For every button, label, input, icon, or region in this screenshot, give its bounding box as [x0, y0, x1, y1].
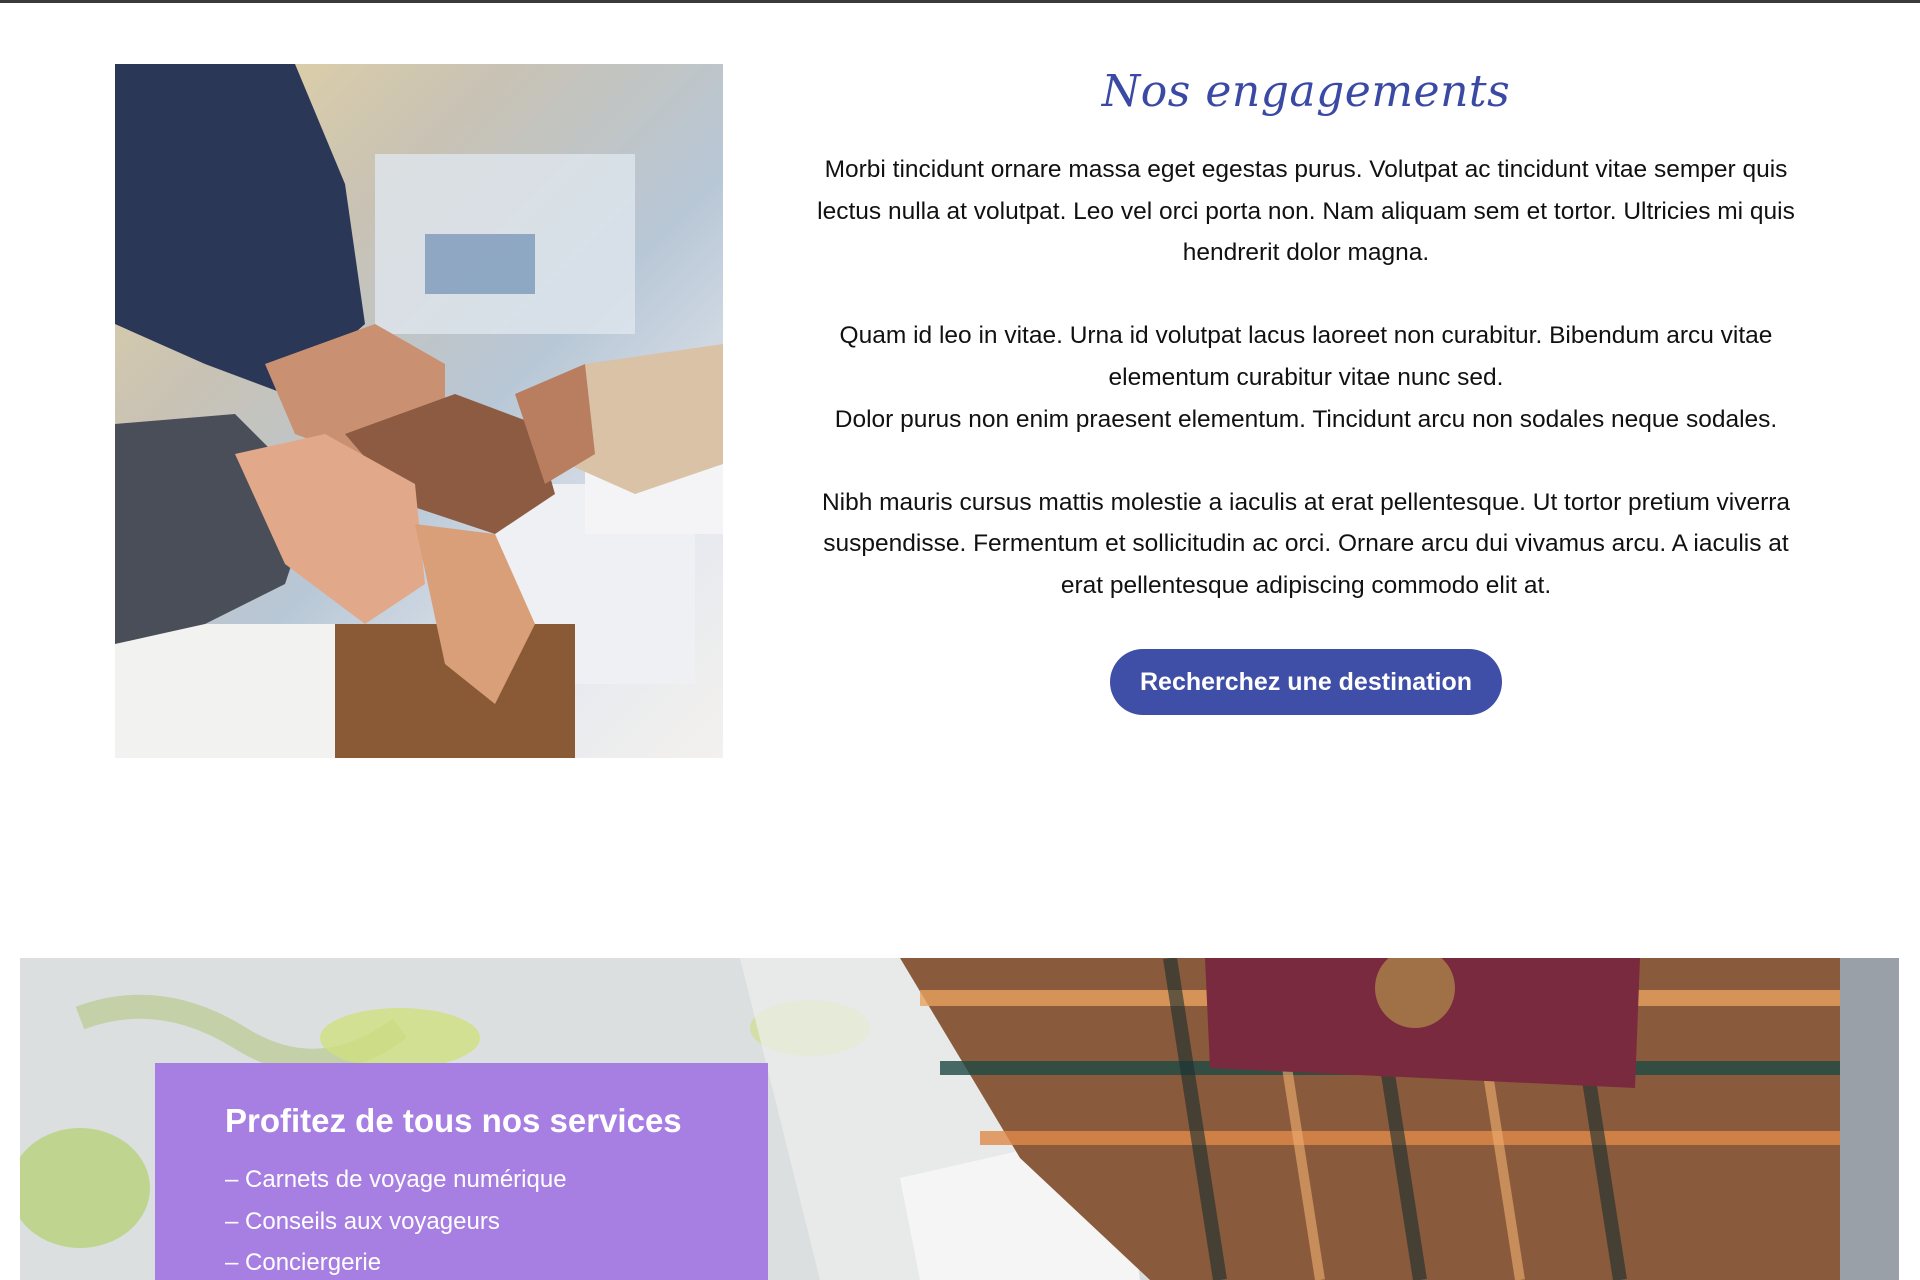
top-divider: [0, 0, 1920, 3]
team-hands-image: [115, 64, 723, 758]
service-item-advice: – Conseils aux voyageurs: [225, 1207, 500, 1235]
services-title: Profitez de tous nos services: [225, 1102, 682, 1139]
service-item-travel-books: – Carnets de voyage numérique: [225, 1166, 567, 1193]
search-destination-button[interactable]: Recherchez une destination: [1109, 648, 1503, 715]
services-list: – Carnets de voyage numérique – Conseils…: [225, 1159, 768, 1280]
services-banner: Profitez de tous nos services – Carnets …: [20, 958, 1899, 1280]
engagements-title: Nos engagements: [1101, 66, 1511, 117]
engagements-paragraph-1: Morbi tincidunt ornare massa eget egesta…: [817, 156, 1795, 267]
engagements-paragraph-2a: Quam id leo in vitae. Urna id volutpat l…: [839, 322, 1773, 391]
engagements-section: Nos engagements Morbi tincidunt ornare m…: [800, 60, 1812, 715]
engagements-paragraph-3: Nibh mauris cursus mattis molestie a iac…: [821, 488, 1791, 599]
services-panel: Profitez de tous nos services – Carnets …: [155, 1063, 768, 1280]
engagements-paragraph-2b: Dolor purus non enim praesent elementum.…: [834, 405, 1778, 433]
hands-illustration: [115, 64, 723, 758]
service-item-concierge: – Conciergerie: [225, 1249, 382, 1276]
